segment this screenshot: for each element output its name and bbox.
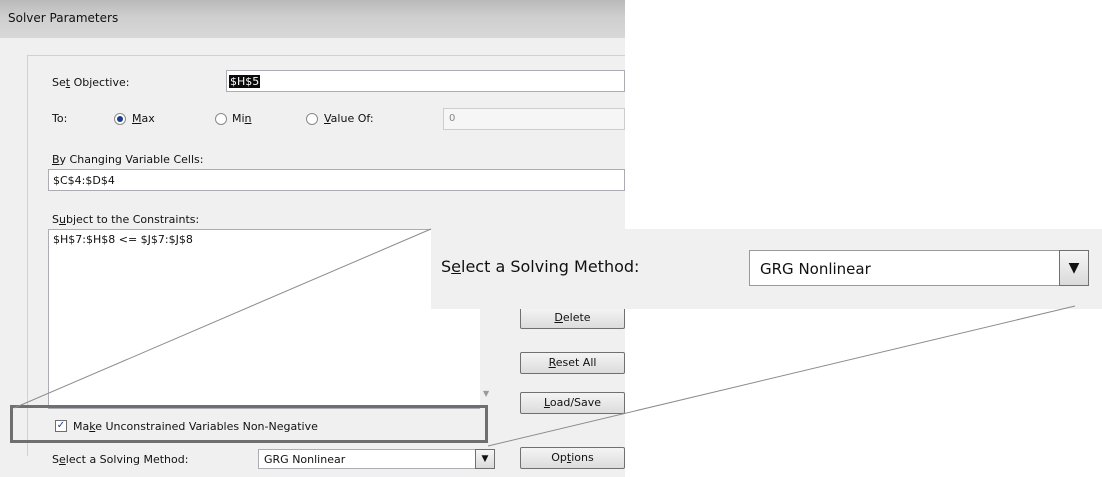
connector-line (13, 228, 432, 409)
callout-connector-lines (13, 228, 1076, 447)
connector-line (487, 305, 1076, 447)
